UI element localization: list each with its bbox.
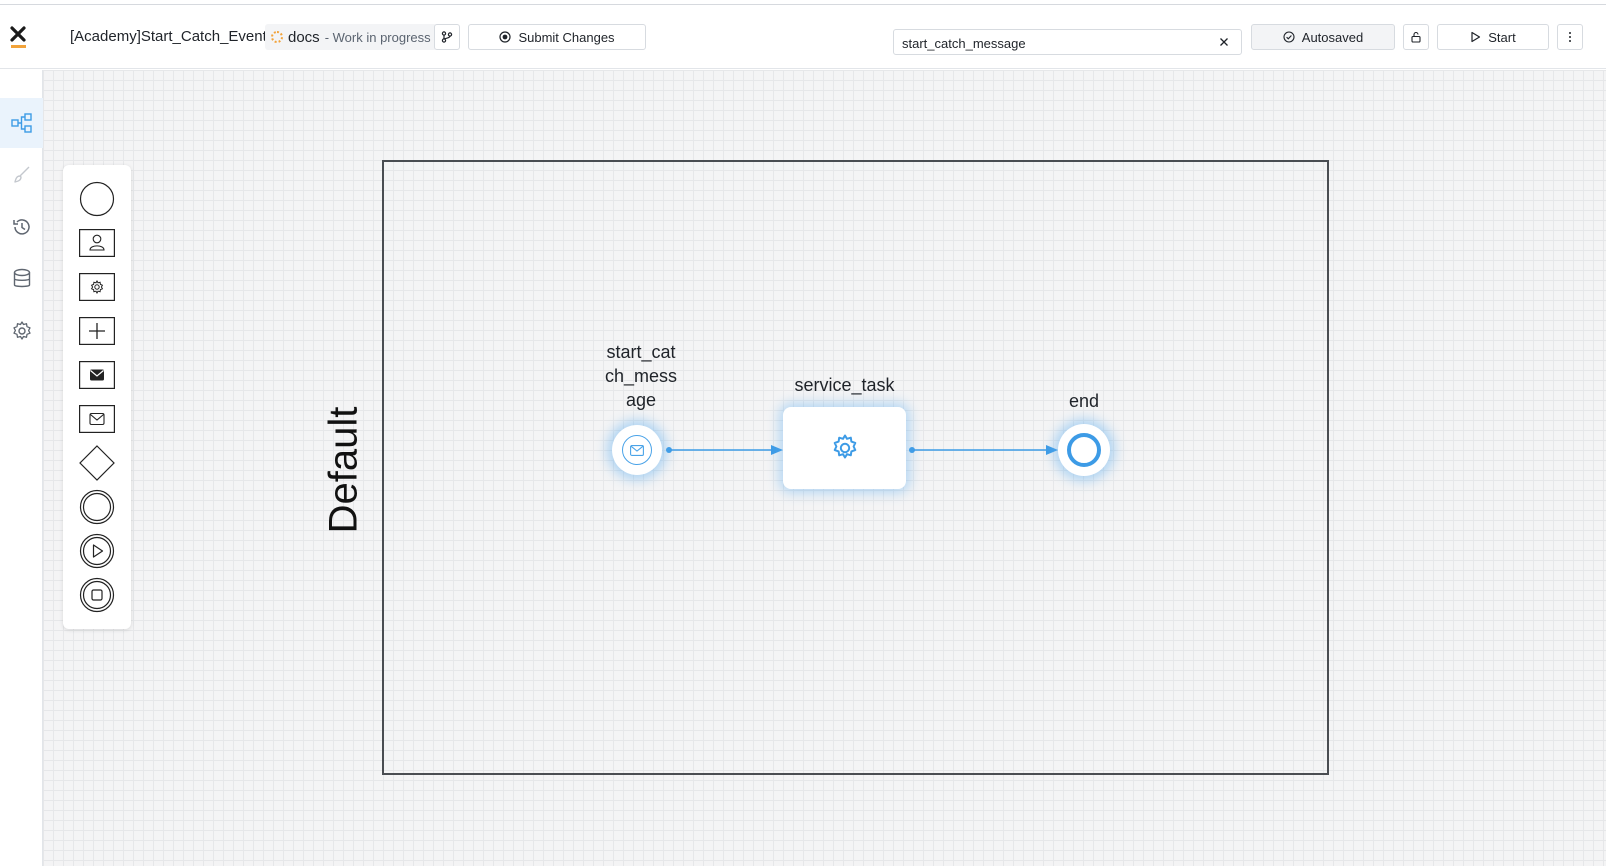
service-task-node[interactable] <box>783 407 906 489</box>
end-event-ring <box>1067 433 1101 467</box>
gear-icon <box>833 434 856 459</box>
envelope-icon <box>630 444 644 456</box>
start-label-line: start_cat <box>606 342 676 362</box>
start-event-label: start_cat ch_mess age <box>596 340 686 412</box>
service-task-label: service_task <box>794 375 895 395</box>
start-catch-message-event[interactable] <box>612 425 662 475</box>
end-event-label: end <box>1068 391 1100 411</box>
end-event-node[interactable] <box>1058 424 1110 476</box>
start-label-line: ch_mess <box>604 366 678 386</box>
flow-start-to-task[interactable] <box>666 445 783 455</box>
start-label-line: age <box>625 390 657 410</box>
flow-task-to-end[interactable] <box>909 445 1058 455</box>
